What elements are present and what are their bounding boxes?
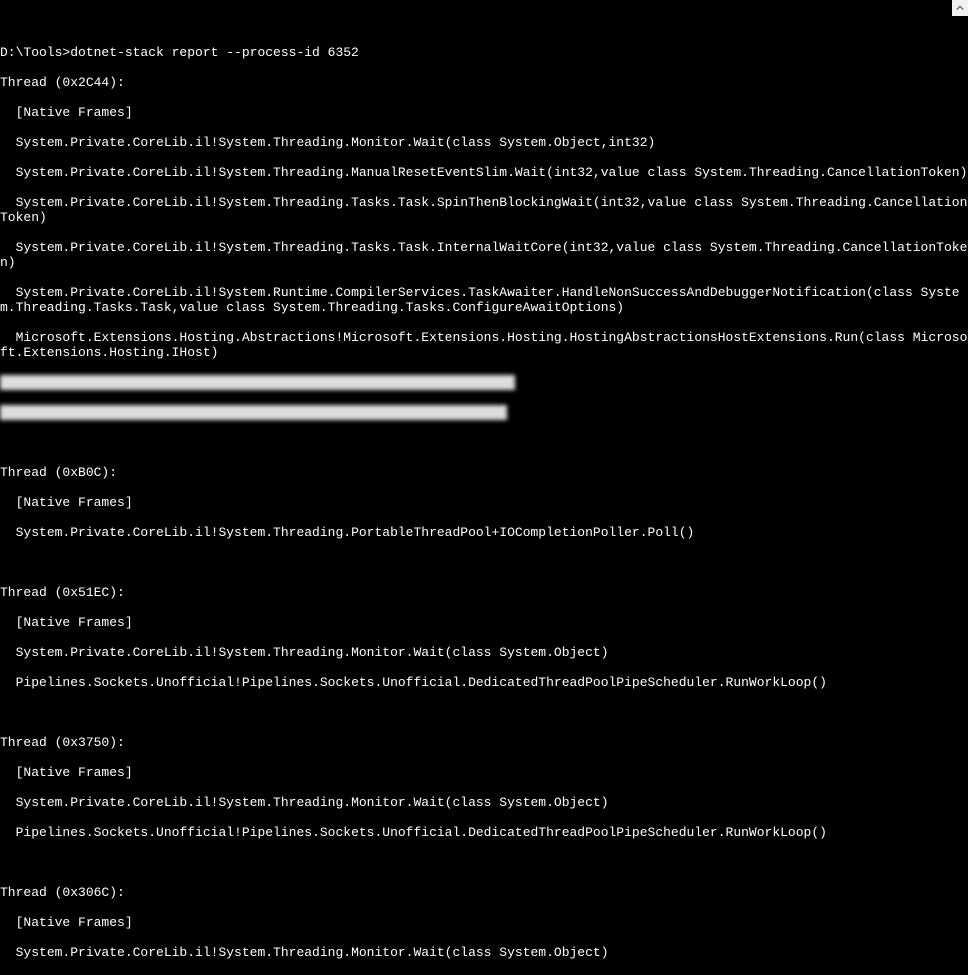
thread-header: Thread (0x2C44): xyxy=(0,75,968,90)
thread-header: Thread (0x306C): xyxy=(0,885,968,900)
stack-frame: [Native Frames] xyxy=(0,615,968,630)
stack-frame: System.Private.CoreLib.il!System.Runtime… xyxy=(0,285,968,315)
chevron-up-icon xyxy=(956,4,964,12)
stack-frame: System.Private.CoreLib.il!System.Threadi… xyxy=(0,645,968,660)
stack-frame: System.Private.CoreLib.il!System.Threadi… xyxy=(0,945,968,960)
stack-frame: Microsoft.Extensions.Hosting.Abstraction… xyxy=(0,330,968,360)
command-prompt-line: D:\Tools>dotnet-stack report --process-i… xyxy=(0,45,968,60)
stack-frame: System.Private.CoreLib.il!System.Threadi… xyxy=(0,165,968,180)
blank-line xyxy=(0,15,968,30)
redacted-line: xxxxxxxxxxxxxxxxxxxxxxxxxxxxxxxxxxxxxxxx… xyxy=(0,405,968,420)
stack-frame: Pipelines.Sockets.Unofficial!Pipelines.S… xyxy=(0,675,968,690)
stack-frame: Pipelines.Sockets.Unofficial!Pipelines.S… xyxy=(0,825,968,840)
stack-frame: System.Private.CoreLib.il!System.Threadi… xyxy=(0,195,968,225)
stack-frame: [Native Frames] xyxy=(0,915,968,930)
stack-frame: [Native Frames] xyxy=(0,495,968,510)
blank-line xyxy=(0,435,968,450)
thread-header: Thread (0xB0C): xyxy=(0,465,968,480)
stack-frame: System.Private.CoreLib.il!System.Threadi… xyxy=(0,795,968,810)
thread-header: Thread (0x51EC): xyxy=(0,585,968,600)
stack-frame: [Native Frames] xyxy=(0,765,968,780)
blank-line xyxy=(0,855,968,870)
stack-frame: [Native Frames] xyxy=(0,105,968,120)
thread-header: Thread (0x3750): xyxy=(0,735,968,750)
blank-line xyxy=(0,555,968,570)
redacted-line: xxxxxxxxxxxxxxxxxxxxxxxxxxxxxxxxxxxxxxxx… xyxy=(0,375,968,390)
blank-line xyxy=(0,705,968,720)
scroll-up-arrow[interactable] xyxy=(952,0,968,16)
stack-frame: System.Private.CoreLib.il!System.Threadi… xyxy=(0,525,968,540)
stack-frame: System.Private.CoreLib.il!System.Threadi… xyxy=(0,240,968,270)
terminal-output[interactable]: D:\Tools>dotnet-stack report --process-i… xyxy=(0,0,968,975)
stack-frame: System.Private.CoreLib.il!System.Threadi… xyxy=(0,135,968,150)
